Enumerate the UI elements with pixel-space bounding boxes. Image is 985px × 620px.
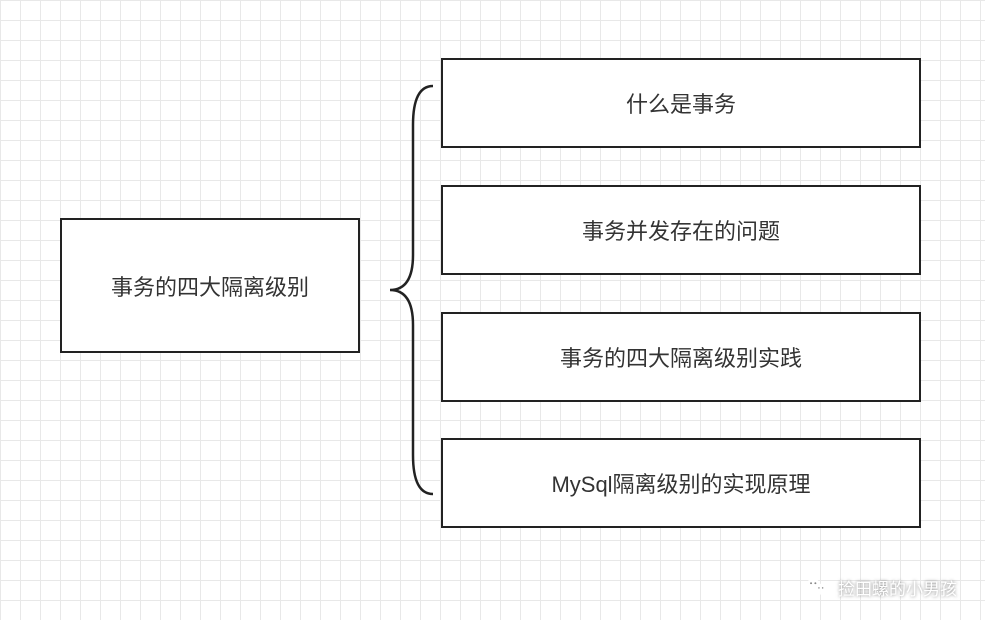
watermark-text: 捡田螺的小男孩 — [838, 575, 957, 600]
child-node-1: 什么是事务 — [441, 58, 921, 148]
child-node-2: 事务并发存在的问题 — [441, 185, 921, 275]
wechat-icon — [804, 574, 830, 600]
child-node-4-label: MySql隔离级别的实现原理 — [551, 467, 810, 499]
child-node-3: 事务的四大隔离级别实践 — [441, 312, 921, 402]
root-node: 事务的四大隔离级别 — [60, 218, 360, 353]
child-node-4: MySql隔离级别的实现原理 — [441, 438, 921, 528]
root-node-label: 事务的四大隔离级别 — [111, 270, 309, 302]
watermark: 捡田螺的小男孩 — [804, 574, 957, 600]
child-node-1-label: 什么是事务 — [626, 87, 736, 119]
child-node-3-label: 事务的四大隔离级别实践 — [560, 341, 802, 373]
child-node-2-label: 事务并发存在的问题 — [582, 214, 780, 246]
diagram-container: 事务的四大隔离级别 什么是事务 事务并发存在的问题 事务的四大隔离级别实践 My… — [0, 0, 985, 620]
brace-connector — [378, 80, 438, 500]
